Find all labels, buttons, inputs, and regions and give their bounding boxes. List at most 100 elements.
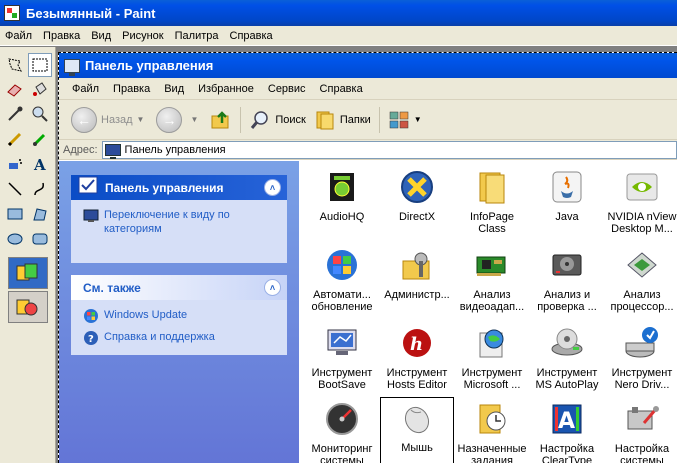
svg-text:A: A: [33, 156, 46, 173]
item-label: Java: [555, 211, 579, 223]
paint-menu-help[interactable]: Справка: [225, 30, 279, 42]
item-automatic-updates[interactable]: Автомати... обновление: [305, 245, 379, 323]
item-video-analysis[interactable]: Анализ видеоадап...: [455, 245, 529, 323]
opaque-option-icon[interactable]: [8, 257, 48, 289]
item-disk-analysis[interactable]: Анализ и проверка ...: [530, 245, 604, 323]
help-and-support-link[interactable]: ? Справка и поддержка: [83, 330, 277, 346]
folder-icon: [472, 167, 512, 207]
cp-menu-favorites[interactable]: Избранное: [191, 83, 261, 95]
item-label: Инструмент Microsoft ...: [461, 367, 523, 391]
paint-app-icon[interactable]: [4, 5, 20, 21]
forward-arrow-icon: →: [156, 106, 183, 133]
switch-to-category-view-link[interactable]: Переключение к виду по категориям: [83, 208, 277, 236]
paint-window-title: Безымянный - Paint: [26, 5, 156, 21]
back-dropdown-icon[interactable]: ▼: [137, 115, 145, 124]
folders-button[interactable]: Папки: [310, 104, 375, 136]
airbrush-icon[interactable]: [3, 152, 27, 176]
collapse-chevron-icon[interactable]: ˄: [264, 179, 281, 196]
toolbar-separator: [240, 106, 242, 133]
control-panel-window[interactable]: Панель управления Файл Правка Вид Избран…: [58, 52, 677, 463]
ellipse-tool-icon[interactable]: [3, 227, 27, 251]
transparent-option-icon[interactable]: [8, 291, 48, 323]
video-card-icon: [472, 245, 512, 285]
cp-menu-help[interactable]: Справка: [313, 83, 370, 95]
forward-button[interactable]: → ▼: [152, 104, 206, 136]
rounded-rect-tool-icon[interactable]: [28, 227, 52, 251]
see-also-header[interactable]: См. также ˄: [71, 275, 287, 300]
item-directx[interactable]: DirectX: [380, 167, 454, 245]
item-label: Инструмент MS AutoPlay: [535, 367, 599, 391]
category-view-icon: [83, 209, 99, 222]
item-ms-autoplay[interactable]: Инструмент MS AutoPlay: [530, 323, 604, 401]
search-button[interactable]: Поиск: [245, 104, 309, 136]
item-system-settings[interactable]: Настройка системы: [605, 399, 677, 463]
toolbar-separator-2: [378, 106, 380, 133]
item-administration[interactable]: Администр...: [380, 245, 454, 323]
pencil-icon[interactable]: [3, 127, 27, 151]
paint-menu-file[interactable]: Файл: [0, 30, 38, 42]
up-button[interactable]: [206, 104, 236, 136]
forward-dropdown-icon[interactable]: ▼: [190, 115, 198, 124]
paint-menu-image[interactable]: Рисунок: [117, 30, 170, 42]
directx-icon: [397, 167, 437, 207]
cp-menu-tools[interactable]: Сервис: [261, 83, 313, 95]
item-hosts-editor[interactable]: h Инструмент Hosts Editor: [380, 323, 454, 401]
fill-bucket-icon[interactable]: [28, 77, 52, 101]
system-tools-icon: [622, 399, 662, 439]
globe-icon: [472, 323, 512, 363]
item-audiohq[interactable]: AudioHQ: [305, 167, 379, 245]
item-label: Анализ и проверка ...: [537, 289, 597, 313]
brush-icon[interactable]: [28, 127, 52, 151]
item-label: AudioHQ: [319, 211, 365, 223]
item-bootsave[interactable]: Инструмент BootSave: [305, 323, 379, 401]
views-dropdown-icon[interactable]: ▼: [414, 115, 422, 124]
nvidia-icon: [622, 167, 662, 207]
windows-update-link[interactable]: Windows Update: [83, 308, 277, 324]
item-microsoft-tool[interactable]: Инструмент Microsoft ...: [455, 323, 529, 401]
windows-update-label: Windows Update: [104, 309, 188, 321]
paint-menu-view[interactable]: Вид: [86, 30, 117, 42]
item-java[interactable]: Java: [530, 167, 604, 245]
item-processor-analysis[interactable]: Анализ процессор...: [605, 245, 677, 323]
color-picker-icon[interactable]: [3, 102, 27, 126]
item-label: Автомати... обновление: [311, 289, 373, 313]
svg-text:h: h: [410, 334, 423, 355]
line-tool-icon[interactable]: [3, 177, 27, 201]
item-nero-drive[interactable]: Инструмент Nero Driv...: [605, 323, 677, 401]
back-button[interactable]: ← Назад ▼: [67, 104, 152, 136]
text-tool-icon[interactable]: A: [28, 152, 52, 176]
item-cleartype-tuning[interactable]: A Настройка ClearType: [530, 399, 604, 463]
cp-menu-file[interactable]: Файл: [65, 83, 106, 95]
help-and-support-label: Справка и поддержка: [104, 331, 215, 343]
item-mouse[interactable]: Мышь: [380, 397, 454, 463]
windows-update-icon: [322, 245, 362, 285]
cp-menu-edit[interactable]: Правка: [106, 83, 157, 95]
item-label: Инструмент BootSave: [311, 367, 373, 391]
collapse-chevron-icon[interactable]: ˄: [264, 279, 281, 296]
item-nvidia-nview[interactable]: NVIDIA nView Desktop M...: [605, 167, 677, 245]
paint-menu-colors[interactable]: Палитра: [170, 30, 225, 42]
rectangle-tool-icon[interactable]: [3, 202, 27, 226]
cp-body: Панель управления ˄ Переключение к виду …: [59, 161, 677, 463]
paint-menu-edit[interactable]: Правка: [38, 30, 86, 42]
java-icon: [547, 167, 587, 207]
item-infopage-class[interactable]: InfoPage Class: [455, 167, 529, 245]
magnifier-icon[interactable]: [28, 102, 52, 126]
cp-menu-view[interactable]: Вид: [157, 83, 191, 95]
item-label: NVIDIA nView Desktop M...: [607, 211, 677, 235]
views-button[interactable]: ▼: [384, 104, 430, 136]
see-also-title: См. также: [83, 280, 141, 295]
item-label: Анализ процессор...: [610, 289, 674, 313]
eraser-icon[interactable]: [3, 77, 27, 101]
item-system-monitoring[interactable]: Мониторинг системы: [305, 399, 379, 463]
address-field[interactable]: Панель управления: [101, 140, 677, 159]
polygon-tool-icon[interactable]: [28, 202, 52, 226]
folders-icon: [316, 111, 334, 129]
monitor-icon: [322, 323, 362, 363]
hosts-editor-icon: h: [397, 323, 437, 363]
free-select-icon[interactable]: [3, 53, 27, 77]
item-scheduled-tasks[interactable]: Назначенные задания: [455, 399, 529, 463]
curve-tool-icon[interactable]: [28, 177, 52, 201]
task-panel-header[interactable]: Панель управления ˄: [71, 175, 287, 200]
rect-select-icon[interactable]: [28, 53, 52, 77]
